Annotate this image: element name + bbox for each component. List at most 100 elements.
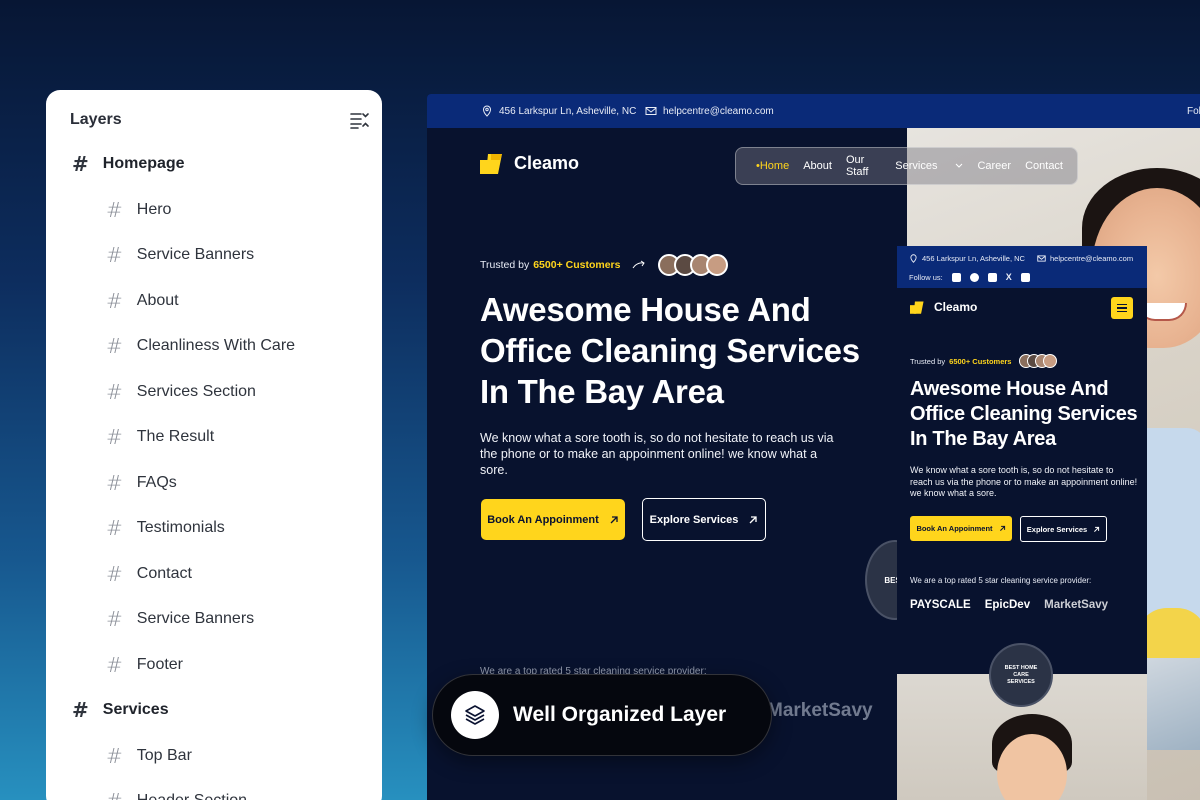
- mobile-avatars: [1019, 354, 1058, 368]
- mobile-explore-services-button[interactable]: Explore Services: [1020, 516, 1107, 542]
- layer-item-services-section[interactable]: # Services Section: [106, 380, 256, 404]
- nav-career[interactable]: Career: [977, 160, 1011, 172]
- mobile-address: 456 Larkspur Ln, Asheville, NC: [909, 254, 1025, 263]
- x-icon[interactable]: X: [1006, 272, 1012, 282]
- layer-item-homepage[interactable]: # Homepage: [72, 152, 185, 176]
- book-appointment-button[interactable]: Book An Appoinment: [481, 499, 625, 540]
- mobile-book-appointment-button[interactable]: Book An Appoinment: [910, 516, 1012, 541]
- layer-label: The Result: [136, 428, 215, 445]
- layer-item-footer[interactable]: # Footer: [106, 653, 183, 677]
- layer-label: Service Banners: [136, 610, 255, 627]
- hero-headline: Awesome House And Office Cleaning Servic…: [480, 291, 860, 410]
- frame-icon: #: [106, 471, 123, 495]
- layer-item-top-bar[interactable]: # Top Bar: [106, 744, 192, 768]
- frame-icon: #: [106, 562, 123, 586]
- frame-icon: #: [72, 152, 89, 176]
- layer-label: Testimonials: [136, 519, 225, 536]
- pill-label: Well Organized Layer: [513, 703, 727, 726]
- frame-icon: #: [106, 607, 123, 631]
- trusted-count: 6500+ Customers: [533, 259, 621, 271]
- mobile-trusted-count: 6500+ Customers: [949, 356, 1012, 366]
- nav-contact[interactable]: Contact: [1025, 160, 1063, 172]
- main-nav: •Home About Our Staff Services Career Co…: [735, 147, 1078, 185]
- linkedin-icon[interactable]: [1020, 272, 1030, 282]
- nav-home[interactable]: •Home: [756, 160, 789, 172]
- layer-label: Hero: [136, 201, 172, 218]
- frame-icon: #: [106, 425, 123, 449]
- layer-item-service-banners[interactable]: # Service Banners: [106, 243, 254, 267]
- layer-label: Service Banners: [136, 246, 255, 263]
- layer-label: Services: [102, 701, 169, 718]
- mobile-description: We know what a sore tooth is, so do not …: [910, 465, 1138, 498]
- chevron-down-icon: [956, 163, 963, 168]
- collapse-list-icon[interactable]: [350, 111, 370, 129]
- mobile-partner-logos: PAYSCALE EpicDev MarketSavy: [910, 599, 1108, 611]
- nav-services[interactable]: Services: [895, 160, 963, 172]
- layer-item-cleanliness[interactable]: # Cleanliness With Care: [106, 334, 295, 358]
- avatar: [706, 254, 729, 276]
- customer-avatars: [658, 254, 729, 276]
- frame-icon: #: [106, 653, 123, 677]
- mobile-logo-text: Cleamo: [934, 300, 978, 314]
- desktop-logo[interactable]: Cleamo: [480, 152, 579, 174]
- layers-title: Layers: [70, 111, 122, 128]
- best-home-care-badge: BEST HOME CARE SERVICES: [989, 643, 1053, 707]
- layer-label: Services Section: [136, 383, 256, 400]
- nav-about[interactable]: About: [803, 160, 832, 172]
- layer-label: FAQs: [136, 474, 177, 491]
- topbar-email-text: helpcentre@cleamo.com: [663, 105, 774, 117]
- layer-item-about[interactable]: # About: [106, 289, 179, 313]
- arrow-up-right-icon: [610, 515, 618, 523]
- frame-icon: #: [106, 744, 123, 768]
- layer-item-the-result[interactable]: # The Result: [106, 425, 214, 449]
- mobile-explore-services-label: Explore Services: [1026, 524, 1088, 534]
- mobile-headline: Awesome House And Office Cleaning Servic…: [910, 378, 1138, 450]
- layer-item-testimonials[interactable]: # Testimonials: [106, 516, 225, 540]
- layer-label: Footer: [136, 656, 184, 673]
- mobile-trusted-prefix: Trusted by: [910, 356, 946, 366]
- layers-panel: Layers # Homepage # Hero # Service Banne…: [46, 90, 382, 800]
- curved-arrow-icon: [633, 260, 646, 269]
- layer-item-services[interactable]: # Services: [72, 698, 169, 722]
- frame-icon: #: [106, 289, 123, 313]
- facebook-icon[interactable]: [969, 272, 979, 282]
- youtube-icon[interactable]: [951, 272, 961, 282]
- instagram-icon[interactable]: [987, 272, 997, 282]
- mobile-socials: Follow us: X: [909, 272, 1030, 282]
- mobile-email[interactable]: helpcentre@cleamo.com: [1037, 254, 1133, 263]
- badge-text: BEST HOME CARE SERVICES: [1004, 664, 1038, 685]
- explore-services-label: Explore Services: [649, 513, 739, 526]
- layer-item-contact[interactable]: # Contact: [106, 562, 192, 586]
- marketsavy-logo: MarketSavy: [1044, 599, 1109, 611]
- frame-icon: #: [106, 516, 123, 540]
- mail-icon: [1037, 255, 1046, 262]
- topbar-follow: Fol: [1187, 106, 1200, 117]
- hero-description: We know what a sore tooth is, so do not …: [480, 431, 834, 477]
- mobile-address-text: 456 Larkspur Ln, Asheville, NC: [922, 254, 1025, 263]
- topbar-email[interactable]: helpcentre@cleamo.com: [645, 105, 774, 117]
- layer-item-header-section[interactable]: # Header Section: [106, 789, 247, 800]
- mobile-logo[interactable]: Cleamo: [910, 300, 977, 314]
- epicdev-logo: EpicDev: [984, 599, 1031, 611]
- frame-icon: #: [106, 789, 123, 800]
- mobile-book-appointment-label: Book An Appoinment: [916, 524, 993, 533]
- cleaner-photo-thumb: [1147, 658, 1200, 750]
- avatar: [1043, 354, 1058, 368]
- mobile-preview: 456 Larkspur Ln, Asheville, NC helpcentr…: [897, 246, 1147, 800]
- layer-item-hero[interactable]: # Hero: [106, 198, 171, 222]
- layer-label: Header Section: [137, 792, 247, 800]
- well-organized-layer-pill: Well Organized Layer: [432, 674, 772, 756]
- topbar-follow-text: Fol: [1187, 105, 1200, 117]
- frame-icon: #: [106, 380, 123, 404]
- cleamo-logo-icon: [910, 301, 924, 314]
- cleamo-logo-icon: [480, 154, 502, 174]
- arrow-up-right-icon: [749, 515, 757, 523]
- hamburger-menu-icon[interactable]: [1111, 297, 1133, 319]
- nav-our-staff[interactable]: Our Staff: [846, 154, 881, 178]
- explore-services-button[interactable]: Explore Services: [642, 498, 766, 541]
- partner-marketsavy: MarketSavy: [767, 700, 873, 721]
- mobile-trusted-row: Trusted by 6500+ Customers: [910, 354, 1058, 368]
- layer-item-service-banners-2[interactable]: # Service Banners: [106, 607, 254, 631]
- layer-item-faqs[interactable]: # FAQs: [106, 471, 177, 495]
- layer-label: Top Bar: [136, 747, 192, 764]
